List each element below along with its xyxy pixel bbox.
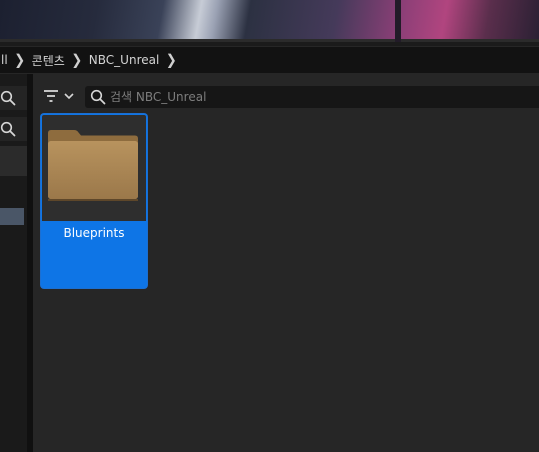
sources-tree-selected-item[interactable]: [0, 208, 24, 225]
breadcrumb-item-content[interactable]: 콘텐츠: [26, 52, 71, 69]
sources-search-row[interactable]: [0, 86, 27, 110]
asset-thumbnail: [42, 115, 146, 221]
asset-tile-blueprints[interactable]: Blueprints: [41, 114, 147, 288]
chevron-right-icon[interactable]: ❯: [14, 52, 26, 69]
chevron-right-icon[interactable]: ❯: [165, 52, 177, 69]
asset-name-label: Blueprints: [63, 226, 125, 240]
sources-tree-header[interactable]: [0, 146, 27, 176]
filter-button[interactable]: [43, 86, 77, 106]
chevron-right-icon[interactable]: ❯: [71, 52, 83, 69]
breadcrumb: ll ❯ 콘텐츠 ❯ NBC_Unreal ❯: [0, 46, 539, 74]
asset-search-box[interactable]: [85, 86, 539, 108]
viewport-frame-edge: [0, 39, 539, 42]
breadcrumb-item-all[interactable]: ll: [0, 53, 14, 67]
chevron-down-icon: [64, 93, 74, 100]
folder-icon: [48, 130, 138, 201]
search-input[interactable]: [110, 90, 510, 104]
breadcrumb-item-nbc-unreal[interactable]: NBC_Unreal: [83, 53, 166, 67]
sources-panel: [0, 74, 27, 452]
asset-view-panel: Blueprints: [33, 74, 539, 452]
asset-toolbar: [33, 82, 539, 110]
search-icon: [90, 89, 106, 105]
filter-icon: [44, 90, 58, 102]
search-icon[interactable]: [0, 121, 16, 137]
search-icon[interactable]: [0, 90, 16, 106]
collections-search-row[interactable]: [0, 117, 27, 141]
level-viewport-preview: [0, 0, 539, 42]
